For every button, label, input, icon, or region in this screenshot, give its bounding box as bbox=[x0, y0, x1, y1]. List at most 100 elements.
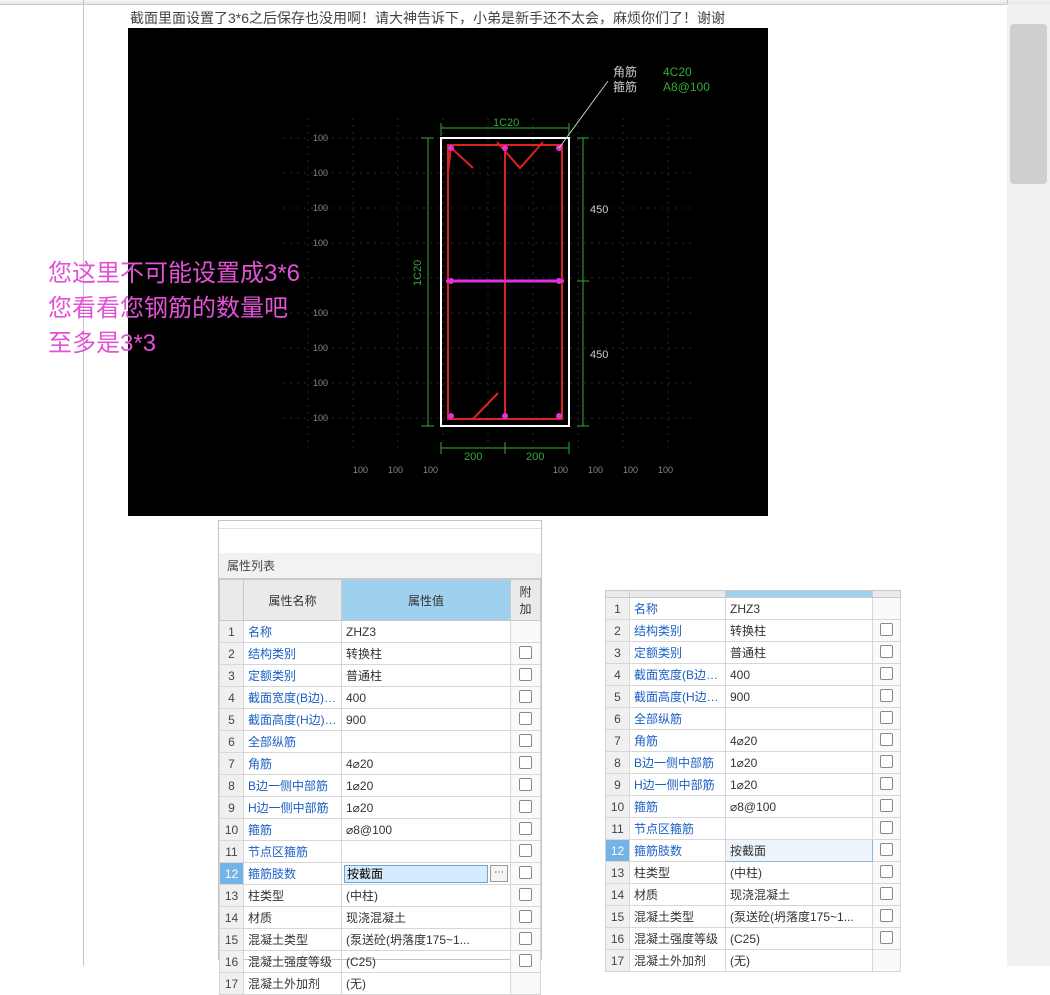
checkbox-icon[interactable] bbox=[880, 821, 893, 834]
property-extra-checkbox-cell[interactable] bbox=[873, 752, 901, 774]
checkbox-icon[interactable] bbox=[880, 799, 893, 812]
property-extra-checkbox-cell[interactable] bbox=[511, 841, 541, 863]
checkbox-icon[interactable] bbox=[880, 645, 893, 658]
property-value[interactable] bbox=[726, 818, 873, 840]
table-row[interactable]: 16混凝土强度等级(C25) bbox=[220, 951, 541, 973]
checkbox-icon[interactable] bbox=[880, 733, 893, 746]
property-value[interactable]: 1⌀20 bbox=[726, 774, 873, 796]
table-row[interactable]: 7角筋4⌀20 bbox=[220, 753, 541, 775]
table-row[interactable]: 10箍筋⌀8@100 bbox=[606, 796, 901, 818]
checkbox-icon[interactable] bbox=[880, 931, 893, 944]
checkbox-icon[interactable] bbox=[519, 844, 532, 857]
property-extra-checkbox-cell[interactable] bbox=[873, 686, 901, 708]
property-value[interactable]: ⋯ bbox=[342, 863, 511, 885]
table-row[interactable]: 12箍筋肢数⋯ bbox=[220, 863, 541, 885]
table-row[interactable]: 13柱类型(中柱) bbox=[220, 885, 541, 907]
property-value[interactable]: (C25) bbox=[726, 928, 873, 950]
property-value[interactable] bbox=[726, 708, 873, 730]
property-value[interactable]: (中柱) bbox=[342, 885, 511, 907]
property-extra-checkbox-cell[interactable] bbox=[873, 620, 901, 642]
checkbox-icon[interactable] bbox=[519, 668, 532, 681]
checkbox-icon[interactable] bbox=[519, 822, 532, 835]
vertical-scrollbar[interactable] bbox=[1007, 4, 1050, 966]
table-row[interactable]: 1名称ZHZ3 bbox=[220, 621, 541, 643]
table-row[interactable]: 17混凝土外加剂(无) bbox=[606, 950, 901, 972]
table-row[interactable]: 3定额类别普通柱 bbox=[220, 665, 541, 687]
table-row[interactable]: 6全部纵筋 bbox=[220, 731, 541, 753]
checkbox-icon[interactable] bbox=[880, 689, 893, 702]
table-row[interactable]: 7角筋4⌀20 bbox=[606, 730, 901, 752]
property-extra-checkbox-cell[interactable] bbox=[511, 665, 541, 687]
property-value[interactable]: (C25) bbox=[342, 951, 511, 973]
table-row[interactable]: 12箍筋肢数按截面 bbox=[606, 840, 901, 862]
property-value[interactable]: 400 bbox=[726, 664, 873, 686]
checkbox-icon[interactable] bbox=[519, 932, 532, 945]
property-extra-checkbox-cell[interactable] bbox=[873, 642, 901, 664]
property-value[interactable]: 普通柱 bbox=[726, 642, 873, 664]
property-extra-checkbox-cell[interactable] bbox=[873, 664, 901, 686]
property-extra-checkbox-cell[interactable] bbox=[873, 950, 901, 972]
table-row[interactable]: 6全部纵筋 bbox=[606, 708, 901, 730]
table-row[interactable]: 15混凝土类型(泵送砼(坍落度175~1... bbox=[606, 906, 901, 928]
checkbox-icon[interactable] bbox=[880, 887, 893, 900]
property-extra-checkbox-cell[interactable] bbox=[511, 731, 541, 753]
property-extra-checkbox-cell[interactable] bbox=[511, 797, 541, 819]
property-value[interactable]: 按截面 bbox=[726, 840, 873, 862]
checkbox-icon[interactable] bbox=[880, 777, 893, 790]
property-extra-checkbox-cell[interactable] bbox=[511, 753, 541, 775]
table-row[interactable]: 9H边一侧中部筋1⌀20 bbox=[220, 797, 541, 819]
table-row[interactable]: 16混凝土强度等级(C25) bbox=[606, 928, 901, 950]
property-value[interactable]: ⌀8@100 bbox=[726, 796, 873, 818]
table-row[interactable]: 5截面高度(H边)(...900 bbox=[606, 686, 901, 708]
checkbox-icon[interactable] bbox=[519, 778, 532, 791]
table-row[interactable]: 5截面高度(H边)(...900 bbox=[220, 709, 541, 731]
table-row[interactable]: 3定额类别普通柱 bbox=[606, 642, 901, 664]
property-extra-checkbox-cell[interactable] bbox=[511, 863, 541, 885]
property-value[interactable]: (无) bbox=[726, 950, 873, 972]
table-row[interactable]: 2结构类别转换柱 bbox=[220, 643, 541, 665]
property-value[interactable]: (泵送砼(坍落度175~1... bbox=[342, 929, 511, 951]
property-value[interactable]: ⌀8@100 bbox=[342, 819, 511, 841]
property-extra-checkbox-cell[interactable] bbox=[873, 730, 901, 752]
property-extra-checkbox-cell[interactable] bbox=[511, 687, 541, 709]
property-value[interactable]: 1⌀20 bbox=[726, 752, 873, 774]
table-row[interactable]: 9H边一侧中部筋1⌀20 bbox=[606, 774, 901, 796]
checkbox-icon[interactable] bbox=[519, 646, 532, 659]
table-row[interactable]: 1名称ZHZ3 bbox=[606, 598, 901, 620]
checkbox-icon[interactable] bbox=[519, 800, 532, 813]
property-extra-checkbox-cell[interactable] bbox=[511, 621, 541, 643]
property-extra-checkbox-cell[interactable] bbox=[873, 598, 901, 620]
property-value[interactable]: 900 bbox=[342, 709, 511, 731]
checkbox-icon[interactable] bbox=[519, 756, 532, 769]
checkbox-icon[interactable] bbox=[880, 865, 893, 878]
property-value[interactable] bbox=[342, 731, 511, 753]
property-value[interactable]: ZHZ3 bbox=[726, 598, 873, 620]
table-row[interactable]: 13柱类型(中柱) bbox=[606, 862, 901, 884]
property-extra-checkbox-cell[interactable] bbox=[873, 906, 901, 928]
property-value[interactable]: (泵送砼(坍落度175~1... bbox=[726, 906, 873, 928]
property-extra-checkbox-cell[interactable] bbox=[873, 928, 901, 950]
table-row[interactable]: 14材质现浇混凝土 bbox=[220, 907, 541, 929]
table-row[interactable]: 17混凝土外加剂(无) bbox=[220, 973, 541, 995]
property-extra-checkbox-cell[interactable] bbox=[511, 709, 541, 731]
property-extra-checkbox-cell[interactable] bbox=[511, 643, 541, 665]
table-row[interactable]: 8B边一侧中部筋1⌀20 bbox=[606, 752, 901, 774]
property-value[interactable]: 普通柱 bbox=[342, 665, 511, 687]
table-row[interactable]: 10箍筋⌀8@100 bbox=[220, 819, 541, 841]
checkbox-icon[interactable] bbox=[880, 909, 893, 922]
property-extra-checkbox-cell[interactable] bbox=[511, 775, 541, 797]
property-value[interactable]: 现浇混凝土 bbox=[726, 884, 873, 906]
property-value[interactable]: 900 bbox=[726, 686, 873, 708]
property-extra-checkbox-cell[interactable] bbox=[873, 840, 901, 862]
checkbox-icon[interactable] bbox=[880, 843, 893, 856]
table-row[interactable]: 8B边一侧中部筋1⌀20 bbox=[220, 775, 541, 797]
checkbox-icon[interactable] bbox=[880, 623, 893, 636]
table-row[interactable]: 4截面宽度(B边)(...400 bbox=[220, 687, 541, 709]
scrollbar-thumb[interactable] bbox=[1010, 24, 1047, 184]
checkbox-icon[interactable] bbox=[519, 888, 532, 901]
property-extra-checkbox-cell[interactable] bbox=[873, 818, 901, 840]
checkbox-icon[interactable] bbox=[519, 712, 532, 725]
property-extra-checkbox-cell[interactable] bbox=[511, 929, 541, 951]
property-value[interactable]: 1⌀20 bbox=[342, 797, 511, 819]
property-value[interactable]: 1⌀20 bbox=[342, 775, 511, 797]
